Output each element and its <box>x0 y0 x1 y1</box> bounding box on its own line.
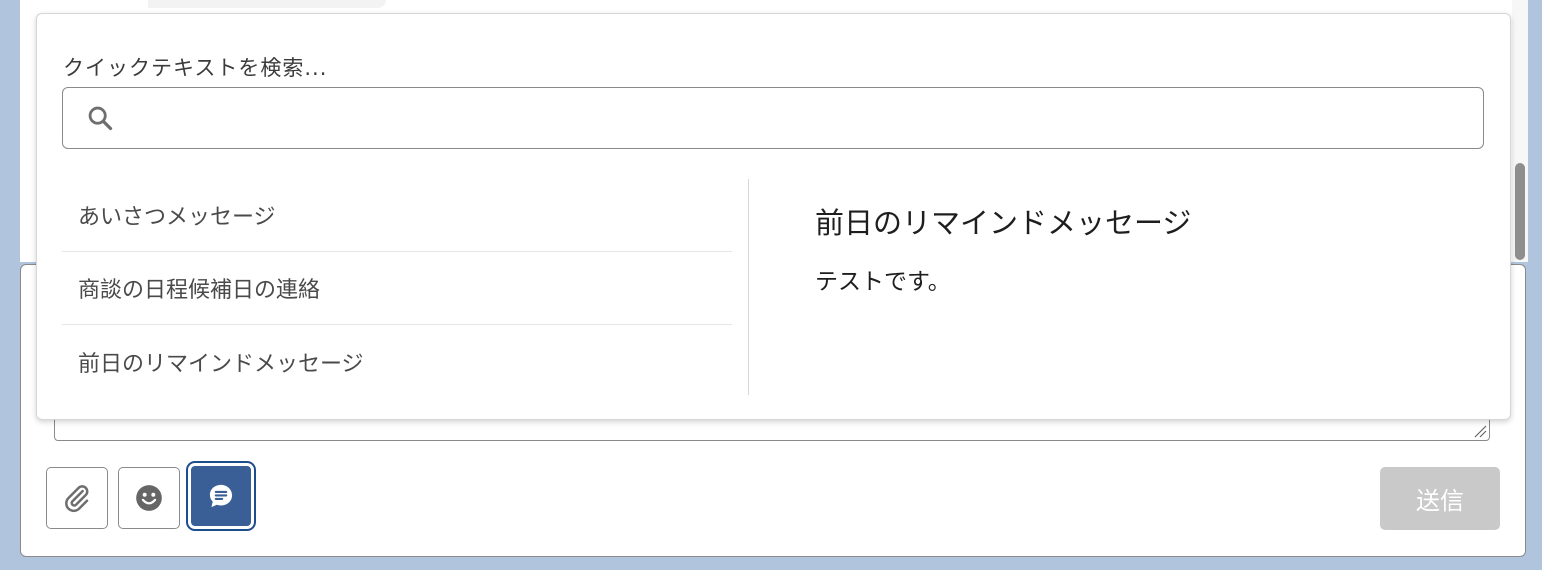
search-icon <box>85 103 115 133</box>
quick-text-list: あいさつメッセージ 商談の日程候補日の連絡 前日のリマインドメッセージ <box>62 179 732 398</box>
paperclip-icon <box>65 485 89 513</box>
quick-text-item-greeting[interactable]: あいさつメッセージ <box>62 179 732 252</box>
conversation-top-strip <box>148 0 386 8</box>
send-button[interactable]: 送信 <box>1380 467 1500 530</box>
smiley-icon <box>136 485 162 511</box>
chat-bubble-icon <box>209 484 233 508</box>
list-preview-divider <box>748 179 749 395</box>
attach-file-button[interactable] <box>46 467 108 529</box>
emoji-button[interactable] <box>118 467 180 529</box>
quick-text-search-input[interactable] <box>115 87 1483 149</box>
quick-text-item-meeting-dates[interactable]: 商談の日程候補日の連絡 <box>62 252 732 325</box>
quick-text-item-reminder[interactable]: 前日のリマインドメッセージ <box>62 325 732 398</box>
resize-grip-icon[interactable] <box>1473 424 1487 438</box>
quick-text-popover: クイックテキストを検索... あいさつメッセージ 商談の日程候補日の連絡 前日の… <box>36 13 1511 420</box>
quick-text-search-label: クイックテキストを検索... <box>63 56 328 80</box>
scrollbar-thumb[interactable] <box>1515 163 1525 260</box>
quick-text-button[interactable] <box>190 465 252 527</box>
send-button-label: 送信 <box>1416 487 1464 515</box>
quick-text-search-box[interactable] <box>62 87 1484 149</box>
preview-body: テストです。 <box>815 269 951 295</box>
preview-title: 前日のリマインドメッセージ <box>815 206 1192 240</box>
